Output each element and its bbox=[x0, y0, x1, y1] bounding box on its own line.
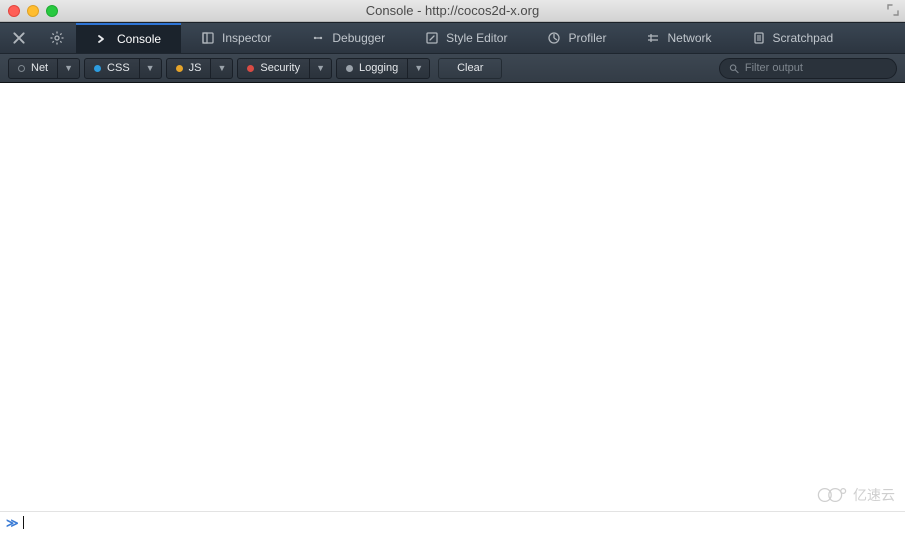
chevron-down-icon: ▼ bbox=[414, 63, 423, 73]
prompt-glyph-icon: ≫ bbox=[6, 516, 19, 530]
filter-js[interactable]: JS ▼ bbox=[166, 58, 234, 79]
scratchpad-icon bbox=[752, 31, 766, 45]
filter-net-dropdown[interactable]: ▼ bbox=[57, 59, 79, 78]
filter-css[interactable]: CSS ▼ bbox=[84, 58, 162, 79]
dot-logging-icon bbox=[346, 65, 353, 72]
tab-network[interactable]: Network bbox=[626, 23, 731, 53]
devtools-tabstrip: Console Inspector Debugger Style Editor … bbox=[0, 22, 905, 53]
filter-security[interactable]: Security ▼ bbox=[237, 58, 332, 79]
chevron-down-icon: ▼ bbox=[316, 63, 325, 73]
tab-options-button[interactable] bbox=[38, 23, 76, 53]
console-output-area: 亿速云 bbox=[0, 83, 905, 511]
watermark: 亿速云 bbox=[816, 485, 895, 505]
console-prompt[interactable]: ≫ bbox=[0, 511, 905, 533]
tab-console[interactable]: Console bbox=[76, 23, 181, 53]
inspector-icon bbox=[201, 31, 215, 45]
profiler-icon bbox=[547, 31, 561, 45]
tab-label: Console bbox=[117, 32, 161, 46]
clear-button[interactable]: Clear bbox=[438, 58, 502, 79]
tab-label: Inspector bbox=[222, 31, 271, 45]
filter-logging[interactable]: Logging ▼ bbox=[336, 58, 430, 79]
watermark-text: 亿速云 bbox=[853, 485, 895, 505]
filter-js-dropdown[interactable]: ▼ bbox=[210, 59, 232, 78]
clear-label: Clear bbox=[457, 62, 483, 74]
tab-label: Profiler bbox=[568, 31, 606, 45]
filter-label: JS bbox=[189, 62, 202, 74]
text-cursor bbox=[23, 516, 24, 529]
filter-label: Logging bbox=[359, 62, 398, 74]
chevron-down-icon: ▼ bbox=[146, 63, 155, 73]
search-icon bbox=[729, 63, 739, 74]
filter-security-dropdown[interactable]: ▼ bbox=[309, 59, 331, 78]
tab-inspector[interactable]: Inspector bbox=[181, 23, 291, 53]
tab-label: Scratchpad bbox=[773, 31, 834, 45]
filter-label: Net bbox=[31, 62, 48, 74]
tab-close-button[interactable] bbox=[0, 23, 38, 53]
console-filterbar: Net ▼ CSS ▼ JS ▼ Security ▼ Logging ▼ Cl… bbox=[0, 53, 905, 83]
dot-js-icon bbox=[176, 65, 183, 72]
filter-logging-dropdown[interactable]: ▼ bbox=[407, 59, 429, 78]
tab-scratchpad[interactable]: Scratchpad bbox=[732, 23, 854, 53]
close-icon bbox=[12, 31, 26, 45]
dot-net-icon bbox=[18, 65, 25, 72]
filter-net[interactable]: Net ▼ bbox=[8, 58, 80, 79]
console-icon bbox=[96, 32, 110, 46]
tab-profiler[interactable]: Profiler bbox=[527, 23, 626, 53]
chevron-down-icon: ▼ bbox=[64, 63, 73, 73]
tab-label: Debugger bbox=[332, 31, 385, 45]
tab-label: Style Editor bbox=[446, 31, 507, 45]
filter-label: CSS bbox=[107, 62, 130, 74]
filter-output-input[interactable] bbox=[745, 62, 887, 74]
dot-css-icon bbox=[94, 65, 101, 72]
window-title: Console - http://cocos2d-x.org bbox=[0, 3, 905, 18]
style-editor-icon bbox=[425, 31, 439, 45]
debugger-icon bbox=[311, 31, 325, 45]
gear-icon bbox=[50, 31, 64, 45]
chevron-down-icon: ▼ bbox=[217, 63, 226, 73]
filter-css-dropdown[interactable]: ▼ bbox=[139, 59, 161, 78]
network-icon bbox=[646, 31, 660, 45]
tab-label: Network bbox=[667, 31, 711, 45]
window-expand-icon[interactable] bbox=[887, 4, 899, 16]
window-titlebar: Console - http://cocos2d-x.org bbox=[0, 0, 905, 22]
watermark-logo-icon bbox=[816, 486, 848, 504]
tab-debugger[interactable]: Debugger bbox=[291, 23, 405, 53]
tab-style-editor[interactable]: Style Editor bbox=[405, 23, 527, 53]
filter-label: Security bbox=[260, 62, 300, 74]
dot-security-icon bbox=[247, 65, 254, 72]
filter-output-search[interactable] bbox=[719, 58, 897, 79]
